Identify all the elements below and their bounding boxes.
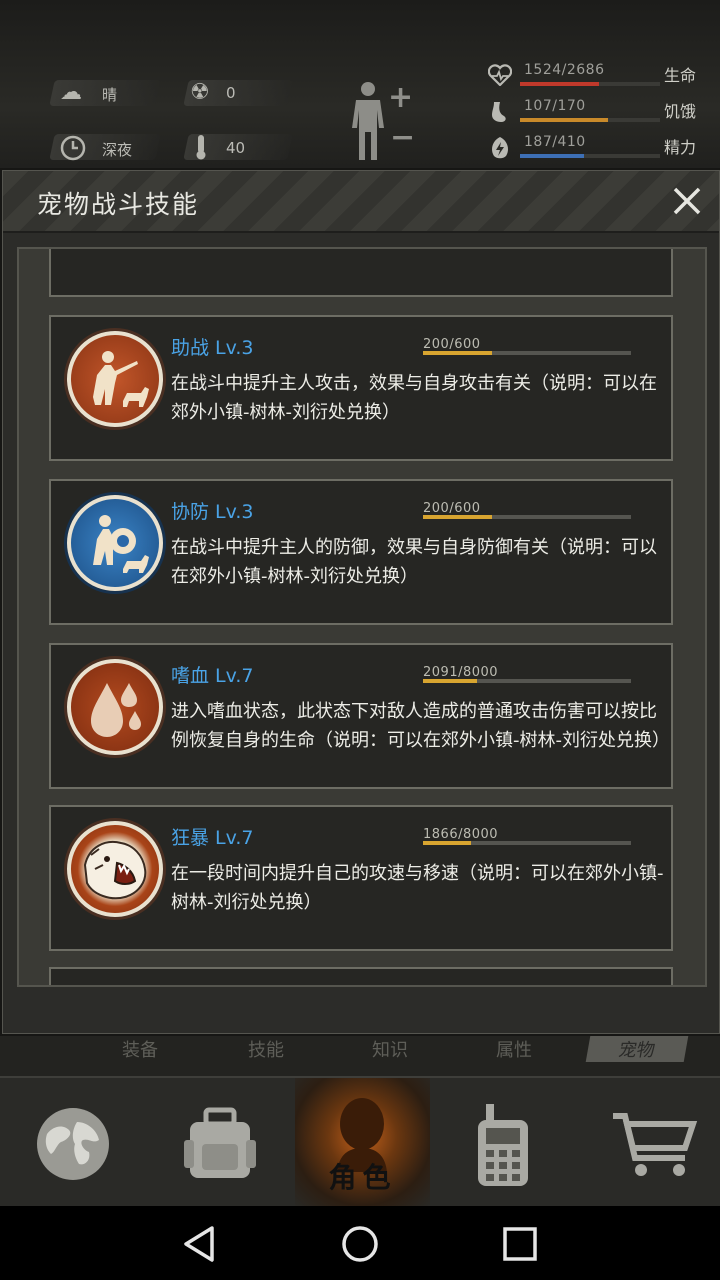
nav-radio-button[interactable] [430,1078,575,1208]
energy-label: 精力 [663,138,696,157]
weather-value: 晴 [102,86,118,104]
blood-drops-icon [67,659,163,755]
plus-icon[interactable]: + [388,80,413,115]
hunger-bar: 107/170 饥饿 [484,98,706,128]
bottom-nav: 角色 [0,1076,720,1208]
skill-xp-bar [423,515,631,519]
hunger-label: 饥饿 [663,102,696,121]
nav-character-button[interactable]: 角色 [295,1078,430,1208]
minus-icon[interactable]: − [390,120,415,155]
time-of-day-value: 深夜 [102,141,133,159]
skill-card-bloodthirst[interactable]: 嗜血 Lv.7 2091/8000 进入嗜血状态，此状态下对敌人造成的普通攻击伤… [49,643,673,789]
pet-skills-panel: 宠物战斗技能 助战 Lv.3 200/600 在战斗中提升主人攻击，效果与自身攻… [2,170,720,1034]
skill-name: 协防 Lv.3 [171,501,254,523]
nav-character-label: 角色 [328,1161,397,1194]
skill-xp-bar [423,841,631,845]
skill-card-assist[interactable]: 助战 Lv.3 200/600 在战斗中提升主人攻击，效果与自身攻击有关（说明：… [49,315,673,461]
skill-description: 在战斗中提升主人的防御，效果与自身防御有关（说明：可以在郊外小镇-树林-刘衍处兑… [171,537,657,587]
nav-inventory-button[interactable] [150,1078,295,1208]
energy-fill [520,154,584,158]
radio-icon [478,1104,528,1186]
radiation-value: 0 [226,84,236,102]
close-icon [673,187,701,215]
system-nav-bar [0,1206,720,1280]
thermometer-icon [194,134,208,165]
backpack-icon [184,1107,256,1178]
back-icon[interactable] [180,1224,220,1264]
recents-icon[interactable] [500,1224,540,1264]
skill-xp-bar [423,351,631,355]
tab-attributes[interactable]: 属性 [474,1036,554,1062]
life-fill [520,82,600,86]
partial-skill-card [49,249,673,297]
tab-skills[interactable]: 技能 [226,1036,306,1062]
close-button[interactable] [667,181,707,221]
skill-xp-text: 1866/8000 [423,827,499,842]
skill-xp-bar [423,679,631,683]
skill-description: 进入嗜血状态，此状态下对敌人造成的普通攻击伤害可以按比例恢复自身的生命（说明：可… [171,701,670,751]
skill-description: 在一段时间内提升自己的攻速与移速（说明：可以在郊外小镇-树林-刘衍处兑换） [171,863,664,913]
tab-pet[interactable]: 宠物 [585,1036,689,1062]
skill-name: 嗜血 Lv.7 [171,665,254,687]
stomach-icon [488,100,510,129]
energy-icon [488,136,512,165]
hunter-dog-icon [67,331,163,427]
skill-xp-text: 200/600 [423,501,481,516]
energy-bar: 187/410 精力 [484,134,706,164]
shield-dog-icon [67,495,163,591]
hunger-fill [520,118,609,122]
body-status-icon[interactable] [346,80,390,164]
skill-description: 在战斗中提升主人攻击，效果与自身攻击有关（说明：可以在郊外小镇-树林-刘衍处兑换… [171,373,657,423]
home-icon[interactable] [340,1224,380,1264]
cloud-sun-icon: ☁ [60,80,82,105]
nav-shop-button[interactable] [575,1078,720,1208]
tab-equipment[interactable]: 装备 [100,1036,180,1062]
panel-header: 宠物战斗技能 [3,171,719,233]
energy-value: 187/410 [524,134,586,150]
heart-icon [487,64,513,91]
radiation-icon: ☢ [190,80,210,105]
partial-skill-card-bottom [49,967,673,985]
temperature-value: 40 [226,139,246,157]
roaring-beast-icon [67,821,163,917]
skill-xp-text: 200/600 [423,337,481,352]
skill-name: 狂暴 Lv.7 [171,827,254,849]
cart-icon [613,1113,698,1176]
skill-list[interactable]: 助战 Lv.3 200/600 在战斗中提升主人攻击，效果与自身攻击有关（说明：… [17,247,707,987]
globe-icon [37,1108,109,1180]
hunger-value: 107/170 [524,98,586,114]
panel-title: 宠物战斗技能 [37,190,200,219]
skill-card-berserk[interactable]: 狂暴 Lv.7 1866/8000 在一段时间内提升自己的攻速与移速（说明：可以… [49,805,673,951]
nav-world-button[interactable] [0,1078,150,1208]
tab-knowledge[interactable]: 知识 [350,1036,430,1062]
skill-card-defense[interactable]: 协防 Lv.3 200/600 在战斗中提升主人的防御，效果与自身防御有关（说明… [49,479,673,625]
clock-icon [60,135,86,166]
status-area: ☁ 晴 ☢ 0 深夜 40 + − 1524/2686 生命 107/170 饥… [0,0,720,180]
life-value: 1524/2686 [524,62,605,78]
skill-xp-text: 2091/8000 [423,665,499,680]
character-tabs: 装备 技能 知识 属性 宠物 [0,1036,720,1076]
life-label: 生命 [663,66,696,85]
life-bar: 1524/2686 生命 [484,62,706,92]
skill-name: 助战 Lv.3 [171,337,254,359]
